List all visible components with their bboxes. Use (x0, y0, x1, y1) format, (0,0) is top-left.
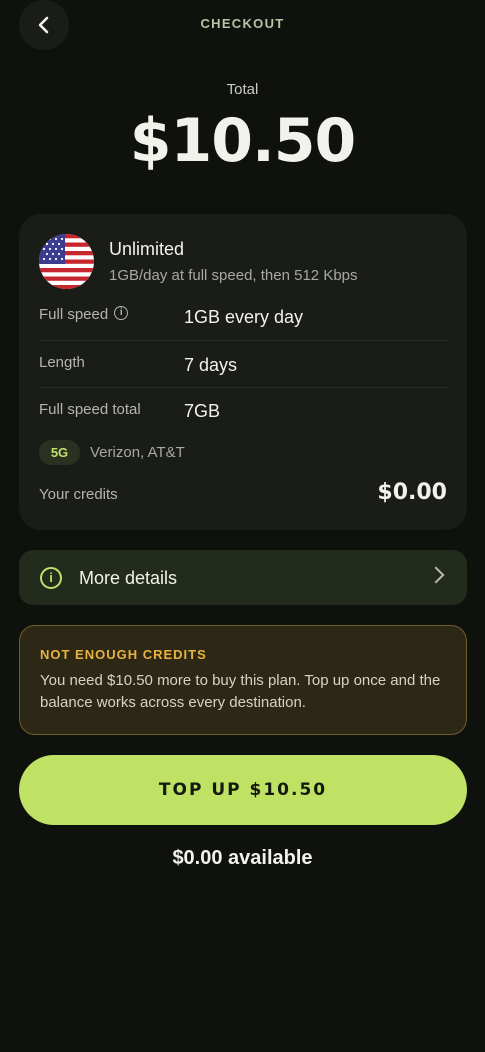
chevron-right-icon (427, 566, 445, 584)
length-value: 7 days (184, 355, 238, 375)
more-details-label: More details (79, 568, 178, 588)
total-amount: $10.50 (129, 106, 357, 176)
divider (39, 387, 447, 388)
more-details-button[interactable]: i More details (19, 550, 467, 605)
full-speed-total-value: 7GB (184, 401, 221, 421)
page-title: CHECKOUT (200, 16, 285, 31)
full-speed-label-text: Full speed (39, 306, 109, 323)
plan-card: Unlimited 1GB/day at full speed, then 51… (19, 214, 467, 530)
credits-value: $0.00 (377, 480, 447, 505)
info-icon[interactable]: i (114, 306, 129, 321)
plan-description: 1GB/day at full speed, then 512 Kbps (109, 267, 358, 284)
insufficient-credits-alert: NOT ENOUGH CREDITS You need $10.50 more … (19, 625, 467, 735)
divider (39, 340, 447, 341)
carriers: Verizon, AT&T (90, 444, 185, 461)
alert-title: NOT ENOUGH CREDITS (40, 647, 207, 662)
plan-name: Unlimited (109, 239, 185, 259)
full-speed-label: Full speed i (39, 306, 129, 323)
us-flag-icon (39, 234, 94, 289)
network-badge: 5G (39, 440, 80, 465)
available-balance: $0.00 available (172, 847, 313, 869)
info-icon: i (40, 567, 62, 589)
full-speed-total-label: Full speed total (39, 401, 141, 418)
credits-label: Your credits (39, 486, 118, 503)
top-up-button[interactable]: TOP UP $10.50 (19, 755, 467, 825)
length-label: Length (39, 354, 85, 371)
full-speed-value: 1GB every day (184, 307, 304, 327)
alert-text: You need $10.50 more to buy this plan. T… (40, 672, 441, 711)
total-label: Total (226, 81, 259, 98)
